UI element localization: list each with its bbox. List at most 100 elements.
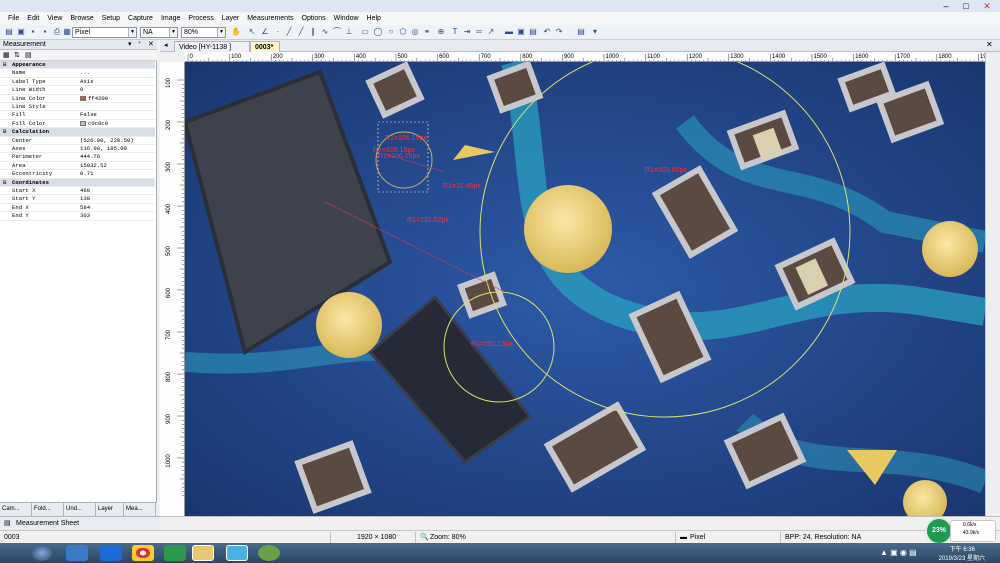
menu-window[interactable]: Window	[330, 12, 363, 25]
property-value[interactable]: 303	[80, 212, 90, 219]
property-row[interactable]: Perimeter 444.76	[0, 153, 155, 162]
start-button[interactable]	[32, 545, 52, 561]
curve-tool-icon[interactable]: ∿	[320, 27, 330, 37]
polygon-tool-icon[interactable]: ⬠	[398, 27, 408, 37]
sheet-icon[interactable]: ▤	[576, 27, 586, 37]
property-category[interactable]: Coordinates ⊟	[0, 178, 155, 187]
property-value[interactable]: 0	[80, 86, 83, 93]
menu-file[interactable]: File	[4, 12, 23, 25]
open-folder-icon[interactable]: ▣	[16, 27, 26, 37]
property-category[interactable]: Appearance ⊟	[0, 61, 155, 70]
cpu-gauge[interactable]: 23%	[925, 517, 953, 545]
property-row[interactable]: End X 584	[0, 204, 155, 213]
perpendicular-tool-icon[interactable]: ⊥	[344, 27, 354, 37]
clock-time[interactable]: 下午 6:36	[935, 544, 975, 553]
collapse-icon[interactable]: ⊟	[3, 128, 6, 135]
zoom-select[interactable]: 80% ▼	[181, 27, 226, 38]
measurement-sheet-tab[interactable]: ▤ Measurement Sheet	[0, 516, 160, 530]
collapse-icon[interactable]: ⊟	[3, 179, 6, 186]
minimize-button[interactable]: –	[936, 0, 956, 12]
menu-options[interactable]: Options	[298, 12, 330, 25]
rectangle-tool-icon[interactable]: ▭	[360, 27, 370, 37]
arc-tool-icon[interactable]: ⌒	[332, 27, 342, 37]
scale-bar-icon[interactable]: ═	[474, 27, 484, 37]
property-row[interactable]: Line Style	[0, 103, 155, 112]
collapse-icon[interactable]: ⊟	[3, 61, 6, 68]
property-row[interactable]: Axes 116.00, 185.00	[0, 145, 155, 154]
menu-edit[interactable]: Edit	[23, 12, 43, 25]
property-row[interactable]: Line Width 0	[0, 86, 155, 95]
property-value[interactable]: False	[80, 111, 97, 118]
property-value[interactable]: 116.00, 185.00	[80, 145, 127, 152]
menu-help[interactable]: Help	[363, 12, 385, 25]
redo-icon[interactable]: ↷	[554, 27, 564, 37]
edge-icon[interactable]	[100, 545, 122, 561]
panel-tab-4[interactable]: Mea...	[124, 503, 156, 516]
circle-3pt-icon[interactable]: ◎	[410, 27, 420, 37]
ellipse-tool-icon[interactable]: ◯	[373, 27, 383, 37]
counter-tool-icon[interactable]: ⊕	[436, 27, 446, 37]
link-tool-icon[interactable]: ⚭	[422, 27, 432, 37]
export-icon[interactable]: ▦	[62, 27, 72, 37]
ie-icon[interactable]	[66, 545, 88, 561]
explorer-icon[interactable]	[192, 545, 214, 561]
vertical-scrollbar[interactable]	[985, 52, 1000, 516]
menu-view[interactable]: View	[43, 12, 66, 25]
menu-layer[interactable]: Layer	[218, 12, 244, 25]
tab-video[interactable]: Video [HY-1138 ]	[174, 41, 250, 52]
tab-scroll-icon[interactable]: ◂	[164, 41, 168, 49]
color-swatch[interactable]	[80, 120, 86, 126]
save-icon[interactable]: ▪	[28, 27, 38, 37]
panel-tab-2[interactable]: Und...	[64, 503, 96, 516]
property-pages-icon[interactable]: ▤	[25, 51, 32, 59]
property-value[interactable]: c0c0c0	[80, 120, 108, 127]
pushpin-icon[interactable]: ᐩ	[138, 40, 141, 50]
property-row[interactable]: End Y 303	[0, 212, 155, 221]
property-row[interactable]: Eccentricity 0.71	[0, 170, 155, 179]
menu-measurements[interactable]: Measurements	[243, 12, 297, 25]
tray-icons[interactable]: ▲ ▣ ◉ ▤	[880, 548, 917, 557]
menu-image[interactable]: Image	[157, 12, 184, 25]
measure-settings-icon[interactable]: ▣	[516, 27, 526, 37]
close-button[interactable]: ✕	[976, 0, 998, 12]
tab-image-0003[interactable]: 0003*	[250, 41, 280, 52]
menu-process[interactable]: Process	[184, 12, 217, 25]
print-icon[interactable]: ⎙	[52, 27, 62, 37]
line-tool-icon[interactable]: ╱	[284, 27, 294, 37]
property-row[interactable]: Fill False	[0, 111, 155, 120]
property-row[interactable]: Start X 468	[0, 187, 155, 196]
polyline-tool-icon[interactable]: ╱	[296, 27, 306, 37]
camera-app-icon[interactable]	[258, 545, 280, 561]
property-value[interactable]: 138	[80, 195, 90, 202]
property-row[interactable]: Area 15032.52	[0, 162, 155, 171]
microscope-image[interactable]: R1=106.15px R1=106.15px R1=106.15px R1=3…	[185, 62, 985, 516]
property-value[interactable]: 15032.52	[80, 162, 107, 169]
pan-hand-icon[interactable]: ✋	[231, 27, 241, 37]
menu-setup[interactable]: Setup	[98, 12, 124, 25]
property-value[interactable]: ff4200	[80, 95, 108, 102]
measure-export-icon[interactable]: ▤	[528, 27, 538, 37]
chrome-icon[interactable]	[132, 545, 154, 561]
unit-select[interactable]: Pixel ▼	[72, 27, 137, 38]
angle-tool-icon[interactable]: ∠	[260, 27, 270, 37]
save-as-icon[interactable]: ▪	[40, 27, 50, 37]
panel-tab-0[interactable]: Cam...	[0, 503, 32, 516]
maximize-button[interactable]: □	[956, 0, 976, 12]
calibration-select[interactable]: NA ▼	[140, 27, 178, 38]
property-value[interactable]: 468	[80, 187, 90, 194]
property-value[interactable]: ...	[80, 69, 90, 76]
dropdown-icon[interactable]: ▾	[590, 27, 600, 37]
property-row[interactable]: Start Y 138	[0, 195, 155, 204]
property-row[interactable]: Label Type Axis	[0, 78, 155, 87]
property-value[interactable]: 0.71	[80, 170, 93, 177]
media-player-icon[interactable]	[164, 545, 186, 561]
circle-tool-icon[interactable]: ○	[386, 27, 396, 37]
undo-icon[interactable]: ↶	[542, 27, 552, 37]
pin-icon[interactable]: ▾	[128, 40, 132, 50]
new-icon[interactable]: ▤	[4, 27, 14, 37]
menu-capture[interactable]: Capture	[124, 12, 157, 25]
property-value[interactable]: Axis	[80, 78, 93, 85]
property-row[interactable]: Fill Color c0c0c0	[0, 120, 155, 129]
property-row[interactable]: Line Color ff4200	[0, 95, 155, 103]
sort-alpha-icon[interactable]: ⇅	[14, 51, 20, 59]
